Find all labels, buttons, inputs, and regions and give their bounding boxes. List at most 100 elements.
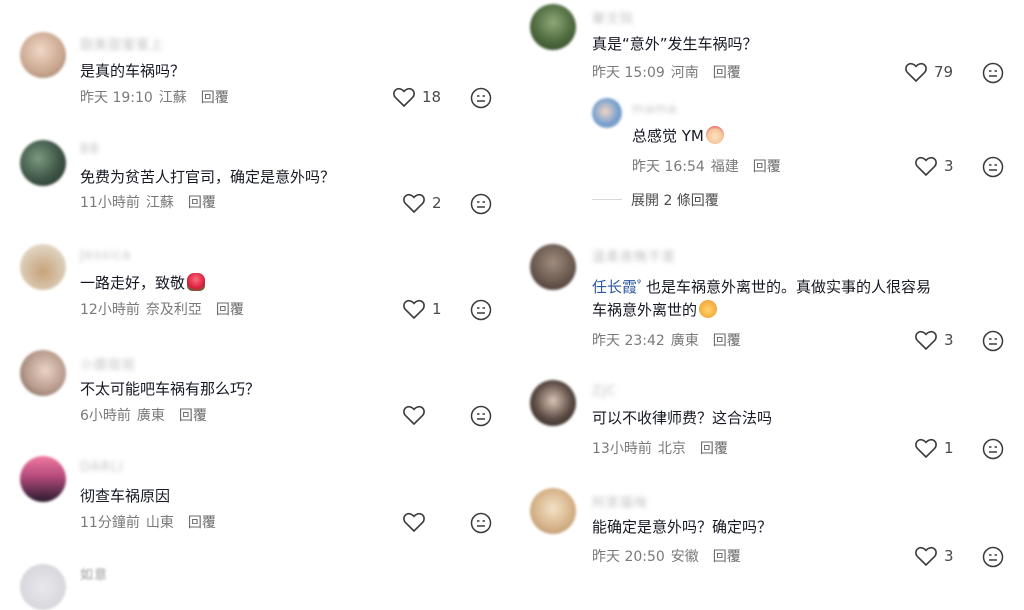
like-button[interactable] [402, 404, 432, 426]
comment-text: 可以不收律师费？这合法吗 [592, 409, 773, 427]
avatar[interactable] [20, 350, 66, 396]
reply-button[interactable]: 回覆 [216, 302, 244, 318]
dislike-face-icon[interactable] [982, 62, 1004, 84]
like-button[interactable]: 3 [914, 329, 954, 351]
like-button[interactable]: 3 [914, 545, 954, 567]
timestamp: 昨天 23:42 [592, 333, 665, 349]
heart-outline-icon [915, 330, 937, 351]
comment-meta: 昨天 20:50 安徽 回覆 [592, 546, 747, 566]
username[interactable]: 如意 [80, 564, 108, 583]
avatar[interactable] [20, 564, 66, 610]
dislike-face-icon[interactable] [982, 156, 1004, 178]
location: 安徽 [670, 549, 699, 565]
username[interactable]: BB [80, 142, 100, 157]
dislike-face-icon[interactable] [470, 299, 492, 321]
like-button[interactable]: 18 [392, 86, 441, 108]
like-count: 18 [422, 88, 442, 106]
like-count: 1 [944, 439, 954, 457]
avatar[interactable] [20, 140, 66, 186]
like-button[interactable]: 1 [914, 437, 954, 459]
rose-emoji-icon [187, 273, 206, 291]
like-count: 79 [934, 63, 954, 81]
reply-button[interactable]: 回覆 [188, 515, 216, 531]
timestamp: 昨天 16:54 [632, 159, 705, 175]
reply-button[interactable]: 回覆 [713, 65, 741, 81]
username[interactable]: DARLI [80, 460, 124, 475]
like-count: 3 [944, 547, 954, 565]
location: 福建 [710, 159, 739, 175]
comment-meta: 昨天 16:54 福建 回覆 [632, 156, 787, 176]
reply-button[interactable]: 回覆 [700, 441, 728, 457]
like-button[interactable]: 3 [914, 155, 954, 177]
timestamp: 昨天 19:10 [80, 90, 153, 106]
timestamp: 11小時前 [80, 195, 140, 211]
username[interactable]: 小鹿斑斑 [80, 354, 136, 373]
comment-meta: 11分鐘前 山東 回覆 [80, 512, 222, 532]
heart-outline-icon [915, 156, 937, 177]
timestamp: 6小時前 [80, 408, 131, 424]
reply-button[interactable]: 回覆 [713, 549, 741, 565]
comment-text-body: 一路走好，致敬 [80, 274, 186, 292]
avatar[interactable] [20, 456, 66, 502]
dislike-face-icon[interactable] [982, 546, 1004, 568]
like-count: 3 [944, 157, 954, 175]
avatar[interactable] [530, 380, 576, 426]
like-count: 2 [432, 194, 442, 212]
like-button[interactable]: 79 [904, 61, 953, 83]
username[interactable]: mama [632, 102, 677, 117]
comment-text: 任长霞ᵠ 也是车祸意外离世的。真做实事的人很容易 [592, 272, 931, 299]
dislike-face-icon[interactable] [470, 512, 492, 534]
comment-text-line2: 车祸意外离世的 [592, 298, 718, 322]
like-button[interactable]: 1 [402, 298, 442, 320]
dislike-face-icon[interactable] [470, 405, 492, 427]
avatar[interactable] [20, 244, 66, 290]
avatar[interactable] [20, 32, 66, 78]
comment-text: 总感觉 YM [632, 124, 724, 148]
dislike-face-icon[interactable] [470, 193, 492, 215]
like-button[interactable]: 2 [402, 192, 442, 214]
comment-text: 能确定是意外吗？确定吗？ [592, 518, 773, 536]
heart-outline-icon [393, 87, 415, 108]
heart-outline-icon [403, 512, 425, 533]
mention-link[interactable]: 任长霞 [592, 278, 637, 296]
reply-button[interactable]: 回覆 [188, 195, 216, 211]
username[interactable]: 温柔夜晚不是 [592, 246, 676, 265]
username[interactable]: 阿茶猫咪 [592, 492, 648, 511]
comment-text: 彻查车祸原因 [80, 487, 171, 505]
dislike-face-icon[interactable] [470, 87, 492, 109]
dislike-face-icon[interactable] [982, 438, 1004, 460]
reply-button[interactable]: 回覆 [753, 159, 781, 175]
reply-button[interactable]: 回覆 [713, 333, 741, 349]
expand-replies-button[interactable]: 展開 2 條回覆 [631, 190, 719, 210]
comment-text-body: 车祸意外离世的 [592, 301, 698, 319]
heart-outline-icon [915, 438, 937, 459]
username[interactable]: ZJC [592, 384, 617, 399]
avatar[interactable] [592, 98, 622, 128]
avatar[interactable] [530, 488, 576, 534]
location: 江蘇 [158, 90, 187, 106]
timestamp: 昨天 20:50 [592, 549, 665, 565]
comment-text: 免费为贫苦人打官司，确定是意外吗？ [80, 168, 336, 186]
reply-button[interactable]: 回覆 [201, 90, 229, 106]
comment-meta: 昨天 19:10 江蘇 回覆 [80, 87, 235, 107]
timestamp: 13小時前 [592, 441, 652, 457]
clown-emoji-icon [705, 126, 724, 144]
avatar[interactable] [530, 4, 576, 50]
face-emoji-icon [699, 300, 718, 318]
username[interactable]: 華文院 [592, 8, 634, 27]
timestamp: 11分鐘前 [80, 515, 140, 531]
dislike-face-icon[interactable] [982, 330, 1004, 352]
username[interactable]: Jessica [80, 248, 131, 263]
location: 江蘇 [145, 195, 174, 211]
like-count: 3 [944, 331, 954, 349]
username[interactable]: 甜美甜蜜蜜上 [80, 34, 164, 53]
right-comment-column: 華文院 真是“意外”发生车祸吗？ 昨天 15:09 河南 回覆 79 mama 总感… [512, 0, 1024, 576]
comment-text: 真是“意外”发生车祸吗？ [592, 35, 758, 53]
location: 河南 [670, 65, 699, 81]
comment-text-body: 也是车祸意外离世的。真做实事的人很容易 [641, 278, 931, 296]
reply-button[interactable]: 回覆 [179, 408, 207, 424]
like-button[interactable] [402, 511, 432, 533]
comment-meta: 昨天 15:09 河南 回覆 [592, 62, 747, 82]
heart-outline-icon [403, 299, 425, 320]
avatar[interactable] [530, 244, 576, 290]
